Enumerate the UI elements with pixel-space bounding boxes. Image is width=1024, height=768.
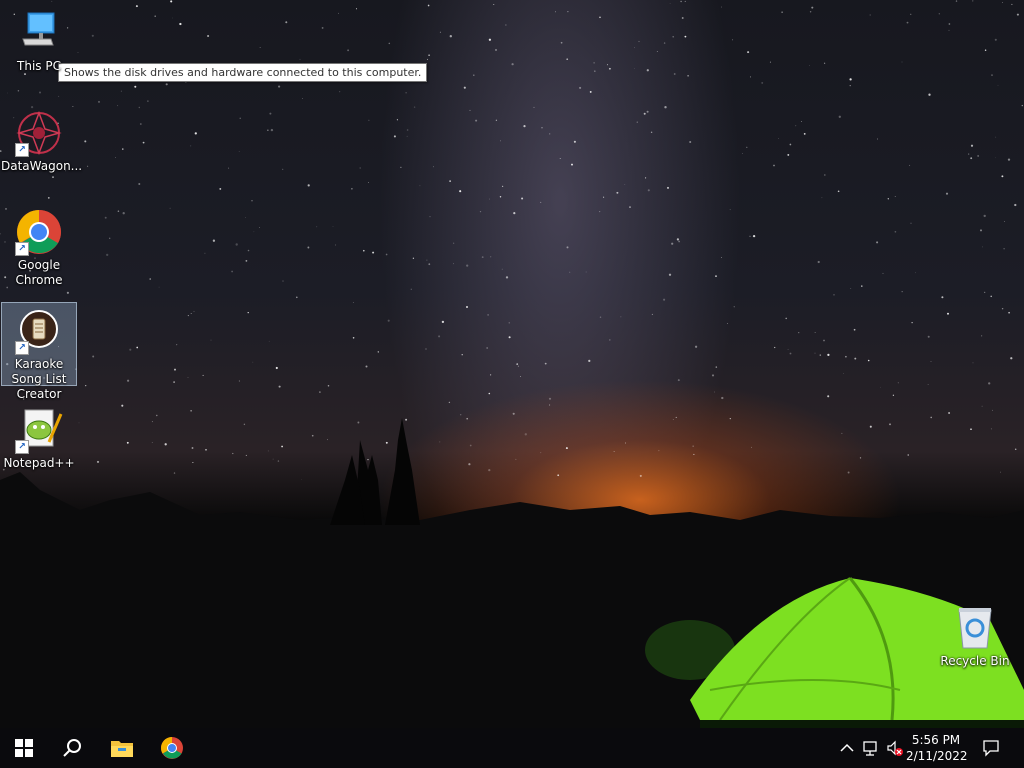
start-button[interactable]	[0, 728, 48, 768]
notepadpp-shortcut[interactable]: ↗ Notepad++	[1, 402, 77, 471]
google-chrome-label: Google Chrome	[15, 258, 63, 287]
landscape-silhouette	[0, 418, 1024, 728]
taskbar: 5:56 PM 2/11/2022	[0, 728, 1024, 768]
search-icon	[63, 739, 81, 757]
karaoke-label: Karaoke Song List Creator	[11, 357, 67, 401]
clock-time: 5:56 PM	[911, 733, 961, 747]
file-explorer-taskbar-button[interactable]	[98, 728, 146, 768]
search-button[interactable]	[48, 728, 96, 768]
chrome-icon: ↗	[15, 208, 63, 256]
action-center-icon[interactable]	[982, 739, 1000, 757]
notepadpp-icon: ↗	[15, 406, 63, 454]
chrome-icon	[161, 737, 183, 759]
datawagon-shortcut[interactable]: ↗ DataWagon...	[1, 105, 82, 174]
shortcut-arrow-icon: ↗	[15, 341, 29, 355]
google-chrome-shortcut[interactable]: ↗ Google Chrome	[1, 204, 77, 288]
karaoke-song-list-creator-shortcut[interactable]: ↗ Karaoke Song List Creator	[1, 302, 77, 401]
datawagon-label: DataWagon...	[1, 159, 83, 173]
datawagon-icon: ↗	[15, 109, 63, 157]
windows-start-icon	[15, 739, 33, 757]
tooltip: Shows the disk drives and hardware conne…	[58, 63, 428, 82]
chrome-taskbar-button[interactable]	[148, 728, 196, 768]
chevron-up-icon[interactable]	[838, 739, 856, 757]
volume-muted-icon[interactable]	[886, 739, 904, 757]
clock-date: 2/11/2022	[906, 749, 968, 763]
recycle-bin-label: Recycle Bin	[940, 654, 1010, 668]
shortcut-arrow-icon: ↗	[15, 440, 29, 454]
desktop-background[interactable]: Shows the disk drives and hardware conne…	[0, 0, 1024, 728]
recycle-bin-icon	[951, 604, 999, 652]
karaoke-icon: ↗	[15, 307, 63, 355]
this-pc-shortcut[interactable]: This PC	[1, 5, 77, 75]
system-clock[interactable]: 5:56 PM 2/11/2022	[906, 732, 968, 764]
notepadpp-label: Notepad++	[3, 456, 75, 470]
this-pc-label: This PC	[17, 59, 61, 73]
recycle-bin-shortcut[interactable]: Recycle Bin	[937, 600, 1013, 669]
computer-icon	[15, 9, 63, 57]
file-explorer-icon	[111, 741, 133, 757]
network-icon[interactable]	[862, 739, 880, 757]
shortcut-arrow-icon: ↗	[15, 242, 29, 256]
shortcut-arrow-icon: ↗	[15, 143, 29, 157]
